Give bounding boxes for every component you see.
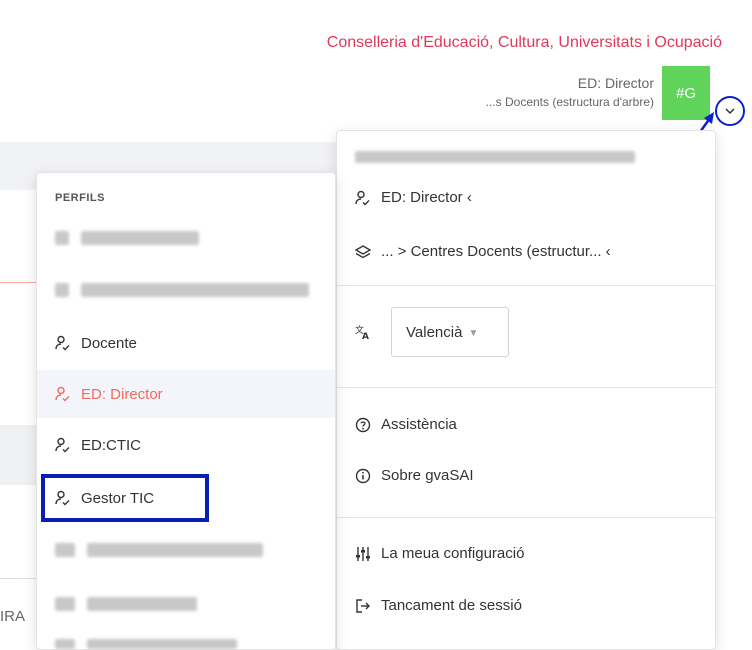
chevron-down-icon bbox=[725, 108, 735, 115]
profile-item-label: Docente bbox=[81, 334, 137, 352]
menu-divider bbox=[337, 285, 715, 286]
profile-menu-header: PERFILS bbox=[55, 192, 105, 204]
current-profile-label: ED: Director ‹ bbox=[381, 189, 472, 206]
page-divider bbox=[0, 578, 40, 579]
settings-item[interactable]: La meua configuració bbox=[355, 545, 524, 562]
current-center-item[interactable]: ... > Centres Docents (estructur... ‹ bbox=[355, 243, 611, 260]
menu-divider bbox=[337, 517, 715, 518]
account-menu-toggle[interactable] bbox=[715, 96, 745, 126]
account-dropdown-menu: ED: Director ‹ ... > Centres Docents (es… bbox=[336, 130, 716, 650]
user-check-icon bbox=[355, 190, 370, 205]
current-center-label: ... > Centres Docents (estructur... ‹ bbox=[381, 243, 611, 260]
logout-label: Tancament de sessió bbox=[381, 597, 522, 614]
profile-submenu: PERFILS Docente ED: Director ED:CTIC Ges… bbox=[36, 172, 336, 650]
caret-down-icon: ▼ bbox=[468, 327, 479, 339]
logout-icon bbox=[356, 598, 370, 613]
info-circle-icon bbox=[355, 468, 371, 483]
user-check-icon bbox=[55, 490, 70, 506]
profile-item-label: ED:CTIC bbox=[81, 436, 141, 454]
translate-icon: 文 A bbox=[355, 324, 369, 340]
current-profile-item[interactable]: ED: Director ‹ bbox=[355, 189, 472, 206]
page-partial-text: IRA bbox=[0, 608, 26, 625]
profile-item-ed-director[interactable]: ED: Director bbox=[37, 370, 335, 418]
language-select[interactable]: Valencià ▼ bbox=[391, 307, 509, 357]
help-label: Assistència bbox=[381, 416, 457, 433]
settings-label: La meua configuració bbox=[381, 545, 525, 562]
profile-item-gestor-tic[interactable]: Gestor TIC bbox=[41, 474, 209, 522]
logout-item[interactable]: Tancament de sessió bbox=[355, 597, 522, 614]
user-check-icon bbox=[55, 335, 70, 351]
about-item[interactable]: Sobre gvaSAI bbox=[355, 467, 474, 484]
redacted-profile-item[interactable] bbox=[55, 543, 263, 557]
about-label: Sobre gvaSAI bbox=[381, 467, 474, 484]
menu-divider bbox=[337, 387, 715, 388]
redacted-profile-item[interactable] bbox=[55, 283, 309, 297]
question-circle-icon bbox=[355, 417, 371, 432]
svg-text:A: A bbox=[362, 332, 369, 340]
redacted-profile-item[interactable] bbox=[55, 231, 199, 245]
user-check-icon bbox=[55, 386, 70, 402]
organization-title: Conselleria d'Educació, Cultura, Univers… bbox=[326, 34, 722, 51]
profile-item-ed-ctic[interactable]: ED:CTIC bbox=[37, 421, 335, 469]
profile-item-docente[interactable]: Docente bbox=[37, 319, 335, 367]
redacted-profile-item[interactable] bbox=[55, 597, 197, 611]
profile-item-label: ED: Director bbox=[81, 385, 163, 403]
layers-icon bbox=[355, 244, 371, 258]
language-value: Valencià bbox=[406, 323, 463, 341]
user-check-icon bbox=[55, 437, 70, 453]
help-item[interactable]: Assistència bbox=[355, 416, 457, 433]
profile-item-label: Gestor TIC bbox=[81, 489, 155, 507]
page-accent-line bbox=[0, 282, 40, 283]
redacted-user-email bbox=[355, 151, 635, 163]
sliders-icon bbox=[356, 546, 370, 561]
page-content-block bbox=[0, 425, 40, 485]
user-context: ...s Docents (estructura d'arbre) bbox=[485, 95, 654, 109]
user-role: ED: Director bbox=[577, 75, 654, 91]
